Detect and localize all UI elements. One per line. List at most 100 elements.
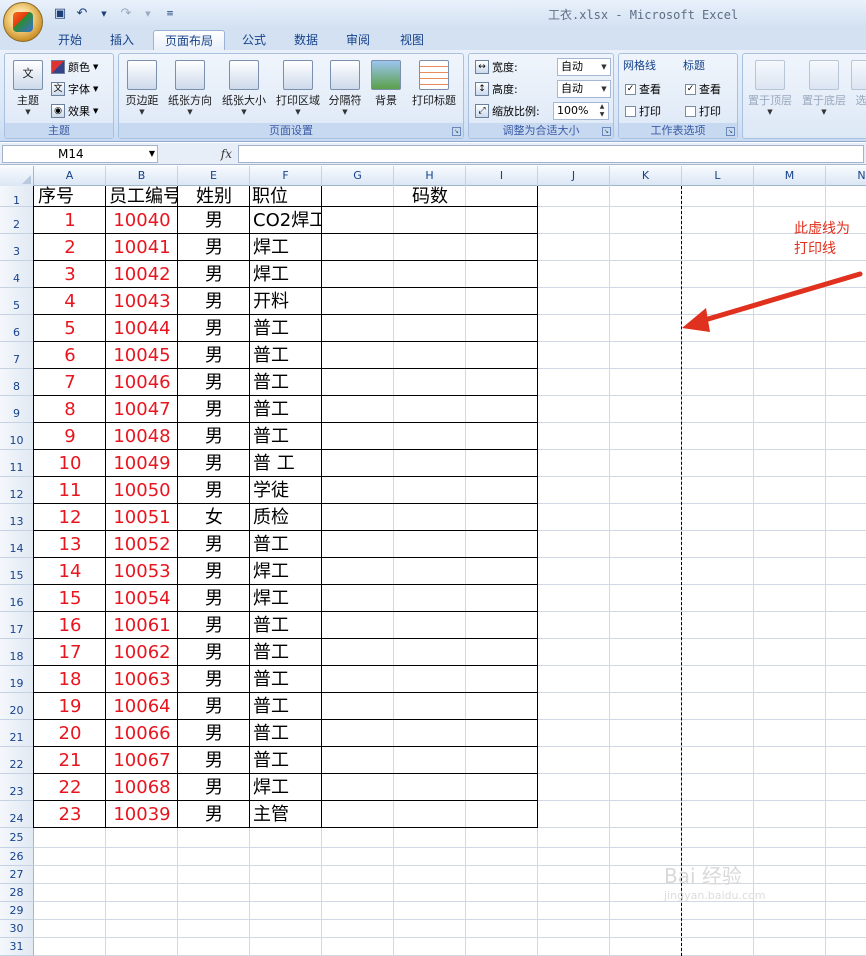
employee-id-cell[interactable]: 10064 (106, 693, 178, 720)
row-header[interactable]: 19 (0, 666, 34, 693)
column-header[interactable]: J (538, 166, 610, 186)
seq-cell[interactable]: 18 (34, 666, 106, 693)
dialog-launcher-icon[interactable]: ↘ (726, 127, 735, 136)
print-titles-button[interactable]: 打印标题 (407, 58, 461, 120)
position-cell[interactable]: 普工 (253, 693, 321, 720)
position-cell[interactable]: 普工 (253, 720, 321, 747)
row-header[interactable]: 27 (0, 866, 34, 884)
employee-id-cell[interactable]: 10039 (106, 801, 178, 828)
column-header[interactable]: F (250, 166, 322, 186)
scale-spinner[interactable]: 100% ▲ ▼ (553, 102, 609, 120)
formula-input[interactable] (238, 145, 864, 163)
row-header[interactable]: 8 (0, 369, 34, 396)
row-header[interactable]: 20 (0, 693, 34, 720)
row-header[interactable]: 12 (0, 477, 34, 504)
seq-cell[interactable]: 3 (34, 261, 106, 288)
seq-cell[interactable]: 6 (34, 342, 106, 369)
gender-cell[interactable]: 男 (178, 585, 250, 612)
position-cell[interactable]: 普工 (253, 396, 321, 423)
seq-cell[interactable]: 22 (34, 774, 106, 801)
employee-id-cell[interactable]: 10054 (106, 585, 178, 612)
position-cell[interactable]: 开料 (253, 288, 321, 315)
row-header[interactable]: 26 (0, 848, 34, 866)
tab-data[interactable]: 数据 (284, 30, 328, 50)
position-cell[interactable]: 普工 (253, 666, 321, 693)
dialog-launcher-icon[interactable]: ↘ (602, 127, 611, 136)
row-header[interactable]: 3 (0, 234, 34, 261)
column-header[interactable]: B (106, 166, 178, 186)
gender-cell[interactable]: 男 (178, 369, 250, 396)
seq-cell[interactable]: 16 (34, 612, 106, 639)
seq-cell[interactable]: 17 (34, 639, 106, 666)
breaks-button[interactable]: 分隔符 ▼ (325, 58, 365, 120)
employee-id-cell[interactable]: 10051 (106, 504, 178, 531)
row-header[interactable]: 23 (0, 774, 34, 801)
save-icon[interactable]: ▣ (52, 6, 68, 22)
position-cell[interactable]: 焊工 (253, 558, 321, 585)
employee-id-cell[interactable]: 10066 (106, 720, 178, 747)
tab-review[interactable]: 审阅 (336, 30, 380, 50)
seq-cell[interactable]: 20 (34, 720, 106, 747)
employee-id-cell[interactable]: 10062 (106, 639, 178, 666)
position-cell[interactable]: 主管 (253, 801, 321, 828)
row-header[interactable]: 31 (0, 938, 34, 956)
header-cell-seq[interactable]: 序号 (38, 186, 106, 207)
row-header[interactable]: 15 (0, 558, 34, 585)
gender-cell[interactable]: 男 (178, 801, 250, 828)
employee-id-cell[interactable]: 10046 (106, 369, 178, 396)
header-cell-employee-id[interactable]: 员工编号 (109, 186, 177, 207)
gender-cell[interactable]: 男 (178, 531, 250, 558)
position-cell[interactable]: 普工 (253, 342, 321, 369)
position-cell[interactable]: 普工 (253, 639, 321, 666)
employee-id-cell[interactable]: 10048 (106, 423, 178, 450)
row-header[interactable]: 13 (0, 504, 34, 531)
print-area-button[interactable]: 打印区域 ▼ (273, 58, 323, 120)
seq-cell[interactable]: 1 (34, 207, 106, 234)
themes-button[interactable]: 文 主题 ▼ (9, 58, 47, 120)
tab-home[interactable]: 开始 (48, 30, 92, 50)
position-cell[interactable]: 焊工 (253, 585, 321, 612)
row-header[interactable]: 17 (0, 612, 34, 639)
colors-button[interactable]: 颜色 ▼ (51, 58, 98, 76)
employee-id-cell[interactable]: 10042 (106, 261, 178, 288)
gender-cell[interactable]: 女 (178, 504, 250, 531)
seq-cell[interactable]: 9 (34, 423, 106, 450)
background-button[interactable]: 背景 (369, 58, 403, 120)
column-header[interactable]: K (610, 166, 682, 186)
header-cell-position[interactable]: 职位 (252, 186, 322, 207)
employee-id-cell[interactable]: 10045 (106, 342, 178, 369)
gender-cell[interactable]: 男 (178, 774, 250, 801)
row-header[interactable]: 24 (0, 801, 34, 828)
position-cell[interactable]: CO2焊工 (253, 207, 321, 234)
row-header[interactable]: 10 (0, 423, 34, 450)
width-select[interactable]: 自动 ▼ (557, 58, 611, 76)
undo-dropdown-icon[interactable]: ▼ (96, 6, 112, 22)
employee-id-cell[interactable]: 10047 (106, 396, 178, 423)
row-header[interactable]: 14 (0, 531, 34, 558)
row-header[interactable]: 21 (0, 720, 34, 747)
row-header[interactable]: 5 (0, 288, 34, 315)
row-header[interactable]: 1 (0, 186, 34, 207)
seq-cell[interactable]: 10 (34, 450, 106, 477)
tab-page-layout[interactable]: 页面布局 (153, 30, 225, 50)
position-cell[interactable]: 普工 (253, 369, 321, 396)
seq-cell[interactable]: 4 (34, 288, 106, 315)
column-header[interactable]: G (322, 166, 394, 186)
column-header[interactable]: A (34, 166, 106, 186)
row-header[interactable]: 28 (0, 884, 34, 902)
gender-cell[interactable]: 男 (178, 315, 250, 342)
employee-id-cell[interactable]: 10053 (106, 558, 178, 585)
row-header[interactable]: 22 (0, 747, 34, 774)
position-cell[interactable]: 普工 (253, 531, 321, 558)
row-header[interactable]: 18 (0, 639, 34, 666)
gender-cell[interactable]: 男 (178, 234, 250, 261)
header-cell-gender[interactable]: 姓别 (178, 186, 250, 207)
seq-cell[interactable]: 12 (34, 504, 106, 531)
column-header[interactable]: L (682, 166, 754, 186)
customize-qat-icon[interactable]: ≡ (162, 6, 178, 22)
seq-cell[interactable]: 8 (34, 396, 106, 423)
headings-view-checkbox[interactable]: ✓ 查看 (685, 80, 721, 98)
seq-cell[interactable]: 19 (34, 693, 106, 720)
employee-id-cell[interactable]: 10044 (106, 315, 178, 342)
gender-cell[interactable]: 男 (178, 639, 250, 666)
